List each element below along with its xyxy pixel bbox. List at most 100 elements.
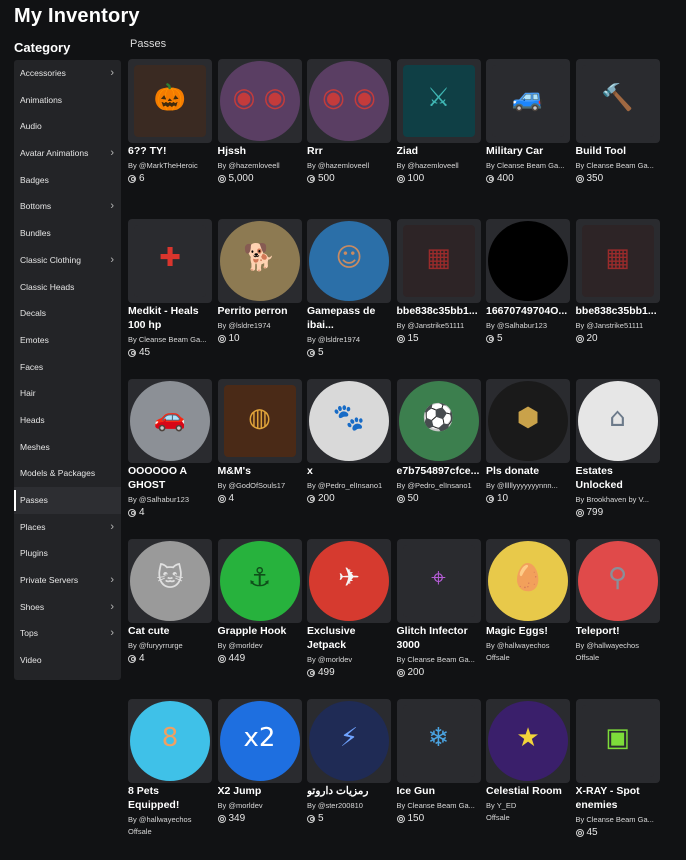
pass-card[interactable]: ☺ Gamepass de ibai... By @lsldre1974 5: [307, 219, 391, 369]
sidebar-item-faces[interactable]: Faces: [14, 354, 121, 381]
pass-thumbnail[interactable]: ◉ ◉: [217, 59, 302, 143]
pass-card[interactable]: ⚡ رمزيات داروتو By @ster200810 5: [307, 699, 391, 849]
pass-creator[interactable]: By @hazemloveell: [397, 161, 481, 170]
sidebar-item-passes[interactable]: Passes: [14, 487, 121, 514]
pass-card[interactable]: ⚔ Ziad By @hazemloveell 100: [396, 59, 481, 209]
pass-name[interactable]: Build Tool: [576, 144, 660, 158]
pass-thumbnail[interactable]: ⌂: [575, 379, 660, 463]
pass-thumbnail[interactable]: 🚗: [128, 379, 212, 463]
pass-name[interactable]: bbe838c35bb1...: [397, 304, 481, 318]
pass-thumbnail[interactable]: ★: [486, 699, 570, 783]
sidebar-item-places[interactable]: Places ›: [14, 514, 121, 541]
pass-card[interactable]: 🐕 Perrito perron By @lsldre1974 10: [217, 219, 302, 369]
pass-name[interactable]: Magic Eggs!: [486, 624, 570, 638]
pass-thumbnail[interactable]: 🐕: [217, 219, 302, 303]
pass-thumbnail[interactable]: ⚽: [396, 379, 481, 463]
pass-card[interactable]: ❄ Ice Gun By Cleanse Beam Ga... 150: [396, 699, 481, 849]
pass-name[interactable]: Rrr: [307, 144, 391, 158]
pass-name[interactable]: Exclusive Jetpack: [307, 624, 391, 652]
pass-creator[interactable]: By @morldev: [218, 801, 302, 810]
pass-creator[interactable]: By @lsldre1974: [307, 335, 391, 344]
pass-thumbnail[interactable]: x2: [217, 699, 302, 783]
sidebar-item-models-packages[interactable]: Models & Packages: [14, 460, 121, 487]
pass-name[interactable]: Ziad: [397, 144, 481, 158]
pass-card[interactable]: x2 X2 Jump By @morldev 349: [217, 699, 302, 849]
pass-card[interactable]: 🐾 x By @Pedro_elInsano1 200: [307, 379, 391, 529]
pass-creator[interactable]: By @hazemloveell: [307, 161, 391, 170]
pass-thumbnail[interactable]: ▦: [575, 219, 660, 303]
sidebar-item-badges[interactable]: Badges: [14, 167, 121, 194]
pass-card[interactable]: 🎃 6?? TY! By @MarkTheHeroic 6: [128, 59, 212, 209]
pass-card[interactable]: ◍ M&M's By @GodOfSouls17 4: [217, 379, 302, 529]
pass-card[interactable]: ⚓ Grapple Hook By @morldev 449: [217, 539, 302, 689]
pass-card[interactable]: ⬢ Pls donate By @lllllyyyyyyynnn... 10: [486, 379, 570, 529]
pass-card[interactable]: 🥚 Magic Eggs! By @hallwayechos Offsale: [486, 539, 570, 689]
sidebar-item-emotes[interactable]: Emotes: [14, 327, 121, 354]
pass-thumbnail[interactable]: ☺: [307, 219, 391, 303]
pass-creator[interactable]: By @hallwayechos: [486, 641, 570, 650]
sidebar-item-video[interactable]: Video: [14, 647, 121, 674]
pass-creator[interactable]: By @Pedro_elInsano1: [307, 481, 391, 490]
pass-name[interactable]: Cat cute: [128, 624, 212, 638]
pass-card[interactable]: 🚙 Military Car By Cleanse Beam Ga... 400: [486, 59, 570, 209]
pass-thumbnail[interactable]: 🎃: [128, 59, 212, 143]
pass-creator[interactable]: By @Salhabur123: [486, 321, 570, 330]
pass-name[interactable]: x: [307, 464, 391, 478]
pass-name[interactable]: Estates Unlocked: [576, 464, 660, 492]
pass-name[interactable]: M&M's: [218, 464, 302, 478]
pass-thumbnail[interactable]: ✈: [307, 539, 391, 623]
sidebar-item-classic-heads[interactable]: Classic Heads: [14, 274, 121, 301]
pass-name[interactable]: Celestial Room: [486, 784, 570, 798]
pass-card[interactable]: ✈ Exclusive Jetpack By @morldev 499: [307, 539, 391, 689]
pass-creator[interactable]: By Cleanse Beam Ga...: [576, 161, 660, 170]
pass-card[interactable]: 🐱 Cat cute By @furyyrrurge 4: [128, 539, 212, 689]
sidebar-item-private-servers[interactable]: Private Servers ›: [14, 567, 121, 594]
pass-name[interactable]: 16670749704O...: [486, 304, 570, 318]
pass-creator[interactable]: By Y_ED: [486, 801, 570, 810]
pass-thumbnail[interactable]: ◍: [217, 379, 302, 463]
pass-thumbnail[interactable]: ▦: [396, 219, 481, 303]
sidebar-item-decals[interactable]: Decals: [14, 300, 121, 327]
pass-creator[interactable]: By @morldev: [307, 655, 391, 664]
sidebar-item-classic-clothing[interactable]: Classic Clothing ›: [14, 247, 121, 274]
sidebar-item-meshes[interactable]: Meshes: [14, 434, 121, 461]
pass-thumbnail[interactable]: ⌖: [396, 539, 481, 623]
pass-thumbnail[interactable]: 🥚: [486, 539, 570, 623]
pass-card[interactable]: ⌂ Estates Unlocked By Brookhaven by V... 79…: [575, 379, 660, 529]
pass-thumbnail[interactable]: ⚡: [307, 699, 391, 783]
pass-name[interactable]: Pls donate: [486, 464, 570, 478]
pass-thumbnail[interactable]: 🚙: [486, 59, 570, 143]
sidebar-item-plugins[interactable]: Plugins: [14, 540, 121, 567]
pass-creator[interactable]: By @GodOfSouls17: [218, 481, 302, 490]
sidebar-item-avatar-animations[interactable]: Avatar Animations ›: [14, 140, 121, 167]
pass-creator[interactable]: By @lllllyyyyyyynnn...: [486, 481, 570, 490]
pass-creator[interactable]: By @furyyrrurge: [128, 641, 212, 650]
pass-creator[interactable]: By @ster200810: [307, 801, 391, 810]
pass-name[interactable]: 8 Pets Equipped!: [128, 784, 212, 812]
pass-creator[interactable]: By @hallwayechos: [576, 641, 660, 650]
pass-thumbnail[interactable]: ▣: [575, 699, 660, 783]
pass-creator[interactable]: By @Janstrike51111: [397, 321, 481, 330]
sidebar-item-shoes[interactable]: Shoes ›: [14, 594, 121, 621]
pass-thumbnail[interactable]: ⚔: [396, 59, 481, 143]
sidebar-item-bundles[interactable]: Bundles: [14, 220, 121, 247]
sidebar-item-heads[interactable]: Heads: [14, 407, 121, 434]
pass-thumbnail[interactable]: 🔨: [575, 59, 660, 143]
pass-card[interactable]: ▦ bbe838c35bb1... By @Janstrike51111 15: [396, 219, 481, 369]
pass-name[interactable]: bbe838c35bb1...: [576, 304, 660, 318]
pass-creator[interactable]: By Cleanse Beam Ga...: [397, 655, 481, 664]
pass-name[interactable]: 6?? TY!: [128, 144, 212, 158]
pass-card[interactable]: ⚲ Teleport! By @hallwayechos Offsale: [575, 539, 660, 689]
pass-thumbnail[interactable]: ◉ ◉: [307, 59, 391, 143]
pass-name[interactable]: رمزيات داروتو: [307, 784, 391, 798]
pass-creator[interactable]: By @hazemloveell: [218, 161, 302, 170]
pass-name[interactable]: Perrito perron: [218, 304, 302, 318]
sidebar-item-accessories[interactable]: Accessories ›: [14, 60, 121, 87]
pass-name[interactable]: Glitch Infector 3000: [397, 624, 481, 652]
pass-thumbnail[interactable]: 🐱: [128, 539, 212, 623]
pass-name[interactable]: Gamepass de ibai...: [307, 304, 391, 332]
pass-name[interactable]: Ice Gun: [397, 784, 481, 798]
pass-thumbnail[interactable]: ❄: [396, 699, 481, 783]
pass-name[interactable]: X2 Jump: [218, 784, 302, 798]
pass-card[interactable]: ⚽ e7b754897cfce... By @Pedro_elInsano1 50: [396, 379, 481, 529]
